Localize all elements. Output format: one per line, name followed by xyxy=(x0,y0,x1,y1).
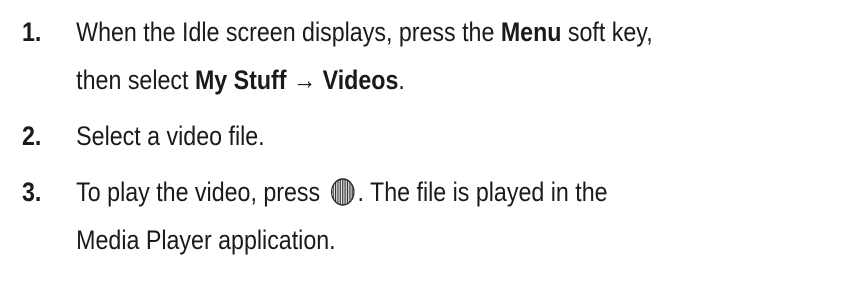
step-1-text-c: then select xyxy=(76,65,195,95)
step-number: 1. xyxy=(22,17,42,47)
step-number: 3. xyxy=(22,177,42,207)
step-2: 2. Select a video file. xyxy=(22,112,852,160)
menu-key-label: Menu xyxy=(500,17,562,47)
step-1-text-d: . xyxy=(398,65,405,95)
step-3-text-c: Media Player application. xyxy=(76,225,336,255)
step-1: 1. When the Idle screen displays, press … xyxy=(22,8,852,104)
step-number: 2. xyxy=(22,121,42,151)
step-text: Select a video file. xyxy=(76,121,265,151)
videos-label: Videos xyxy=(322,65,399,95)
step-1-text-b: soft key, xyxy=(561,17,653,47)
step-3-text-b: . The file is played in the xyxy=(357,177,608,207)
my-stuff-label: My Stuff xyxy=(194,65,287,95)
step-3-text-a: To play the video, press xyxy=(76,177,327,207)
arrow-glyph: → xyxy=(286,65,323,95)
step-text: When the Idle screen displays, press the… xyxy=(76,8,852,104)
step-1-text-a: When the Idle screen displays, press the xyxy=(76,17,501,47)
step-text: To play the video, press . The file is p… xyxy=(76,168,852,264)
instruction-steps: 1. When the Idle screen displays, press … xyxy=(22,8,852,264)
step-3: 3. To play the video, press . The file i… xyxy=(22,168,852,264)
ok-key-icon xyxy=(330,174,356,206)
